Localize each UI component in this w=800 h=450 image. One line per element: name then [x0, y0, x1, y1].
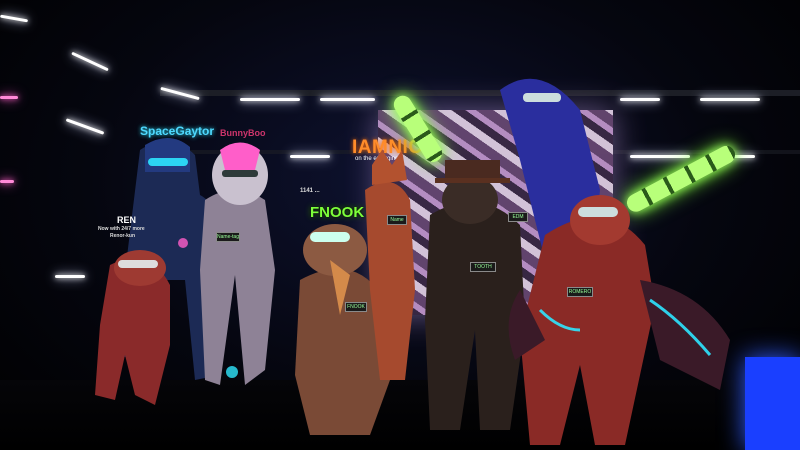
- nametag-spacegaytor: SpaceGaytor: [140, 124, 215, 138]
- nametag-ren: REN: [117, 215, 137, 225]
- avatar-pink: [200, 142, 275, 385]
- avatar-group: [95, 78, 730, 445]
- avatar-ren: [95, 250, 170, 405]
- vr-scene: IAMNICK on the emerging: [0, 0, 800, 450]
- name-badge: ROMERO: [567, 287, 593, 297]
- nametag-pink-user: BunnyBoo: [220, 128, 266, 138]
- name-badge: TOOTH: [470, 262, 496, 272]
- avatar-dark: [425, 160, 525, 430]
- floating-label: 1141 ...: [300, 188, 320, 194]
- name-badge: FNOOK: [345, 302, 367, 312]
- name-badge: Name-tag: [216, 232, 240, 242]
- nametag-ren-status: Now with 24/7 more: [98, 226, 145, 232]
- name-badge: Name: [387, 215, 407, 225]
- nametag-fnook: FNOOK: [310, 204, 365, 221]
- name-badge: EDM: [508, 212, 528, 222]
- nametag-ren-subname: Renor-kun: [110, 233, 135, 239]
